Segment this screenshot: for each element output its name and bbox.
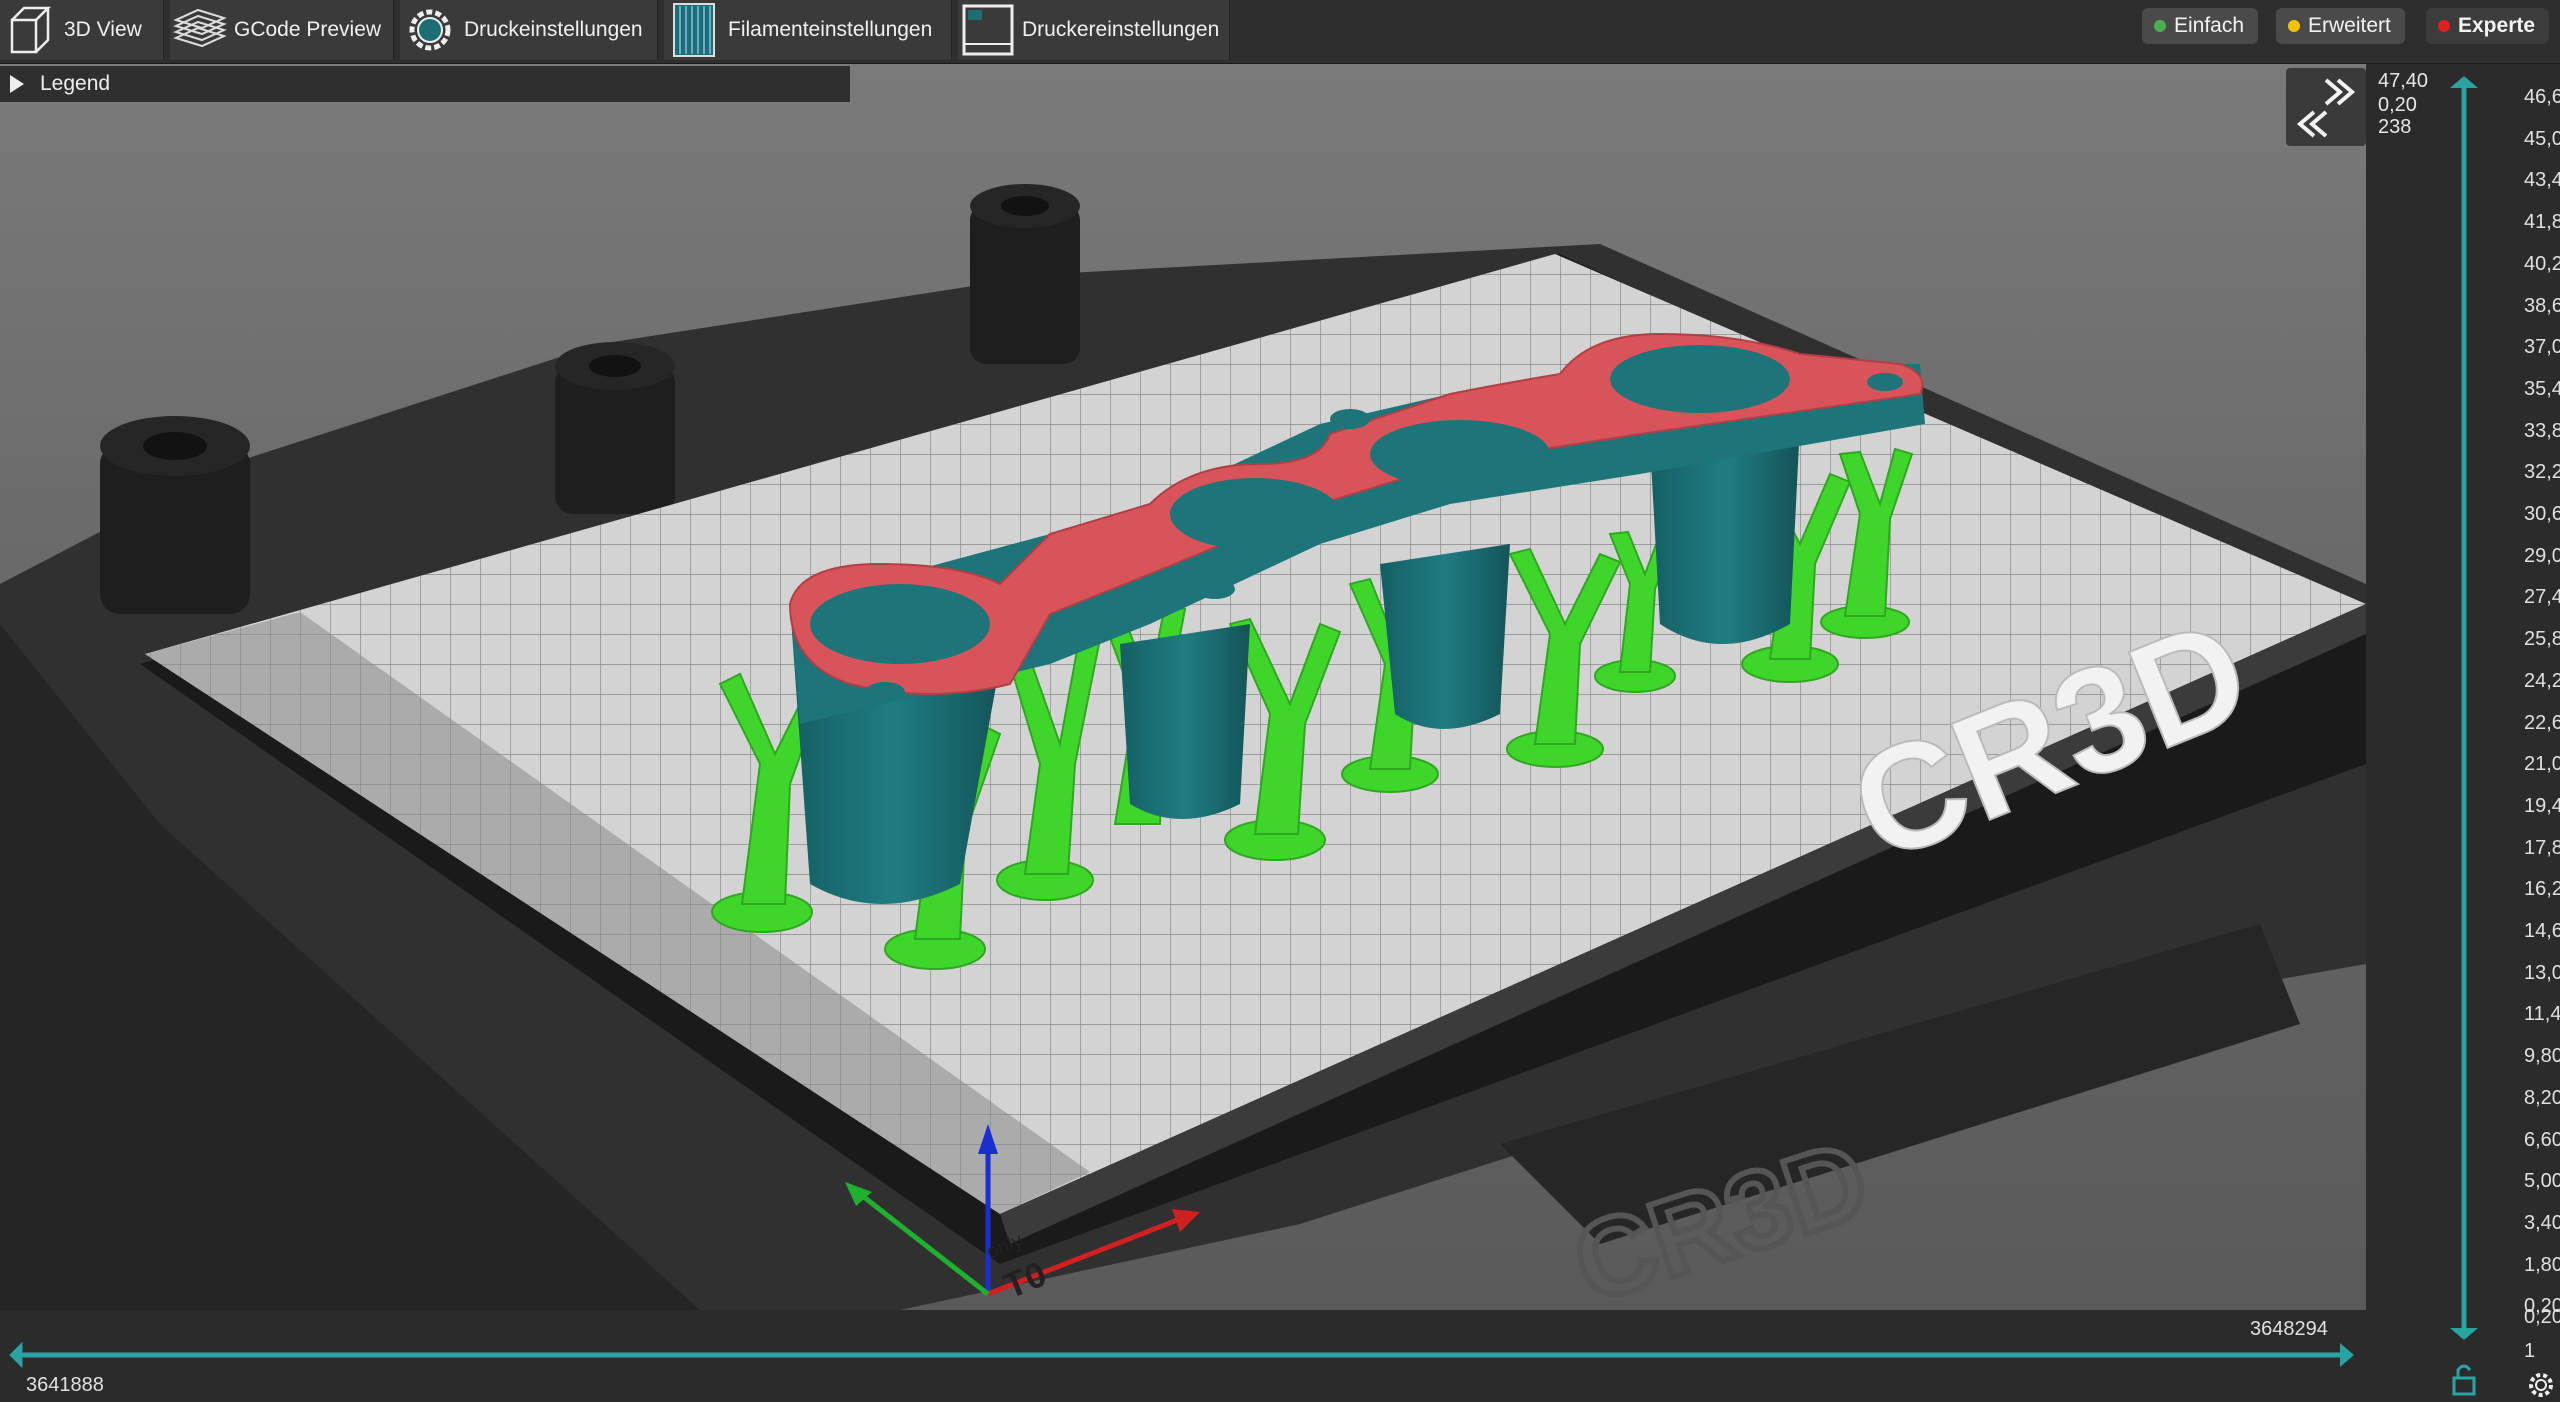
layer-tick-label: 38,60 [2524,294,2560,317]
collapse-sidebar-button[interactable] [2286,68,2366,146]
top-layer-readout: 238 [2378,116,2412,138]
layer-tick-label: 37,00 [2524,336,2560,359]
mode-expert-dot [2438,20,2450,32]
cube-icon [10,6,52,54]
mode-simple-dot [2154,20,2166,32]
layer-tick-label: 41,80 [2524,211,2560,234]
legend-toggle[interactable]: Legend [0,66,850,102]
layer-tick-label: 25,80 [2524,628,2560,651]
layer-tick-label: 32,20 [2524,461,2560,484]
layer-tick-label: 6,60 [2524,1128,2560,1151]
settings-cog-icon[interactable] [2524,1368,2558,1402]
legend-label: Legend [40,72,111,95]
layer-tick-label: 8,20 [2524,1086,2560,1109]
layer-tick-label: 30,60 [2524,503,2560,525]
vertical-layer-slider[interactable] [2440,70,2520,1400]
layers-icon [173,8,227,48]
gear-icon [409,9,451,51]
tab-3d-view[interactable]: 3D View [0,0,164,60]
layer-tick-label: 1,80 [2524,1253,2560,1276]
double-chevron-icon [2296,78,2356,138]
tab-label: Druckereinstellungen [1022,18,1220,41]
move-slider-right-thumb [2340,1343,2354,1367]
mode-simple-button[interactable]: Einfach [2142,8,2259,44]
layer-tick-label: 3,40 [2524,1211,2560,1234]
tab-label: 3D View [64,18,142,41]
layer-tick-label: 5,00 [2524,1170,2560,1193]
layer-tick-label: 14,60 [2524,920,2560,942]
lock-icon [2452,1364,2476,1396]
layer-tick-label: 43,40 [2524,169,2560,192]
tab-label: Filamenteinstellungen [728,18,933,41]
3d-viewport[interactable]: CR3D CR3D T0 only [0,64,2366,1310]
tab-printer-settings[interactable]: Druckereinstellungen [958,0,1230,60]
layer-tick-label: 33,80 [2524,419,2560,442]
move-slider-left-thumb [9,1341,23,1369]
expand-triangle-icon [10,75,24,93]
tab-print-settings[interactable]: Druckeinstellungen [400,0,658,60]
mode-expert-button[interactable]: Experte [2426,8,2550,44]
horizontal-move-slider[interactable] [0,1340,2366,1370]
move-slider-right-value: 3648294 [2250,1318,2328,1340]
top-height-readout: 47,40 [2378,70,2429,92]
layer-tick-label: 45,00 [2524,127,2560,150]
tab-gcode-preview[interactable]: GCode Preview [170,0,394,60]
mode-simple-label: Einfach [2174,14,2245,37]
layer-tick-label: 19,40 [2524,794,2560,817]
top-toolbar: 3D View GCode Preview Druckeinstellungen… [0,0,2560,64]
tab-filament-settings[interactable]: Filamenteinstellungen [664,0,952,60]
layer-tick-label: 40,20 [2524,252,2560,275]
top-layer-height-readout: 0,20 [2378,94,2417,116]
scene-render: CR3D CR3D T0 only [0,184,2366,1310]
layer-tick-label: 29,00 [2524,544,2560,567]
mode-advanced-dot [2288,20,2300,32]
printer-icon [962,4,1014,56]
tab-label: GCode Preview [234,18,382,41]
slider-bottom-thumb [2450,1328,2478,1340]
mode-advanced-button[interactable]: Erweitert [2276,8,2405,44]
mode-advanced-label: Erweitert [2308,14,2391,37]
tab-label: Druckeinstellungen [464,18,643,41]
layer-tick-label: 11,40 [2524,1003,2560,1026]
layer-tick-label: 17,80 [2524,836,2560,859]
filament-spool-icon [673,3,715,57]
layer-tick-label: 46,60 [2524,86,2560,108]
layer-tick-label: 0,20 [2524,1306,2560,1328]
mode-expert-label: Experte [2458,14,2536,37]
layer-tick-label: 16,20 [2524,878,2560,901]
layer-tick-label: 13,00 [2524,961,2560,984]
slider-top-thumb [2450,76,2478,88]
move-slider-left-value: 3641888 [26,1374,104,1396]
layer-tick-label: 35,40 [2524,377,2560,400]
layer-tick-label: 9,80 [2524,1045,2560,1068]
layer-tick-label: 22,60 [2524,711,2560,734]
layer-tick-label: 27,40 [2524,586,2560,609]
layer-tick-label: 21,00 [2524,753,2560,776]
layer-tick-label: 24,20 [2524,669,2560,692]
bottom-layer-readout: 1 [2524,1340,2536,1362]
